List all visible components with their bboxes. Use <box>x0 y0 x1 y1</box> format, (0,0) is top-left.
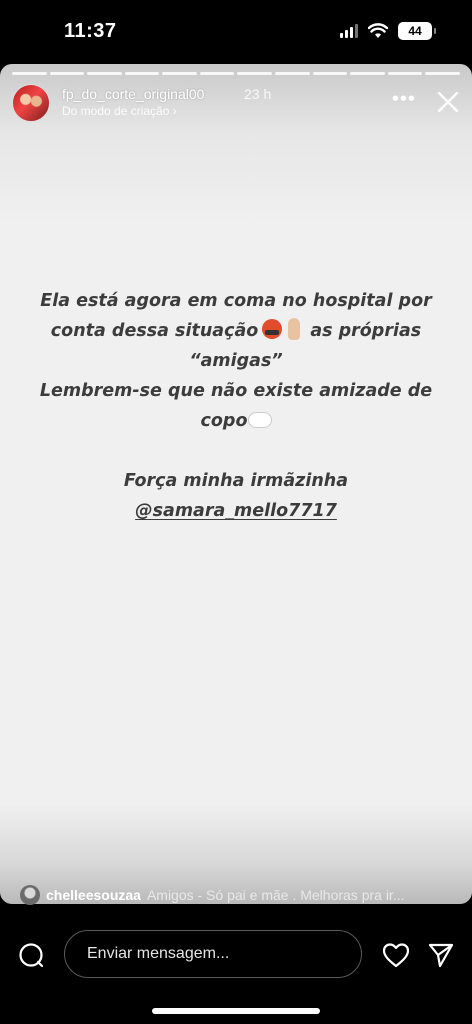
camera-icon[interactable] <box>18 942 44 968</box>
progress-segment <box>87 72 122 75</box>
status-time: 11:37 <box>64 20 117 42</box>
send-icon[interactable] <box>428 942 454 968</box>
progress-segment <box>162 72 197 75</box>
caption-line: “amigas” <box>189 351 283 371</box>
progress-segment <box>425 72 460 75</box>
story-time-ago: 23 h <box>244 86 272 102</box>
wifi-icon <box>368 23 388 38</box>
progress-segment <box>387 72 423 75</box>
caption-segment: conta dessa situação <box>50 321 259 341</box>
caption-line: copo <box>20 406 452 436</box>
thought-bubble-emoji-icon <box>249 413 272 427</box>
caption-segment: copo <box>200 411 248 431</box>
close-icon[interactable] <box>436 90 460 114</box>
progress-segment <box>275 72 310 75</box>
status-bar: 11:37 44 <box>0 0 472 62</box>
progress-segment <box>199 72 235 75</box>
story-caption: Ela está agora em coma no hospital por c… <box>20 286 452 526</box>
story-reply-preview[interactable]: chelleesouzaa Amigos - Só pai e mãe . Me… <box>20 884 456 906</box>
reply-avatar <box>20 885 40 905</box>
avatar[interactable] <box>12 84 50 122</box>
progress-segment <box>49 72 85 75</box>
story-progress <box>12 72 460 75</box>
angry-emoji-icon <box>262 319 283 339</box>
progress-segment <box>12 72 47 75</box>
story-subtitle-link[interactable]: Do modo de criação › <box>62 104 177 118</box>
progress-segment <box>312 72 348 75</box>
story-username[interactable]: fp_do_corte_original00 <box>62 86 204 102</box>
caption-line: Ela está agora em coma no hospital por <box>40 291 432 311</box>
heart-icon[interactable] <box>382 942 410 968</box>
home-indicator[interactable] <box>152 1008 320 1014</box>
progress-segment <box>350 72 385 75</box>
bottom-bar <box>0 920 472 1024</box>
story-viewer[interactable]: fp_do_corte_original00 23 h Do modo de c… <box>0 64 472 904</box>
reply-username: chelleesouzaa <box>46 887 141 903</box>
caption-segment: as próprias <box>310 321 422 341</box>
reply-text: Amigos - Só pai e mãe . Melhoras pra ir.… <box>146 887 405 903</box>
message-input[interactable] <box>64 930 362 978</box>
more-icon[interactable]: ••• <box>392 89 416 109</box>
progress-segment <box>124 72 160 75</box>
progress-segment <box>237 72 273 75</box>
battery-level: 44 <box>408 24 422 38</box>
story-header: fp_do_corte_original00 23 h Do modo de c… <box>12 84 460 124</box>
mention-link[interactable]: @samara_mello7717 <box>20 496 452 526</box>
finger-emoji-icon <box>288 318 301 340</box>
caption-line: Lembrem-se que não existe amizade de <box>39 381 433 401</box>
status-icons: 44 <box>340 22 436 40</box>
caption-line: conta dessa situação as próprias <box>20 316 452 346</box>
battery-icon: 44 <box>398 22 436 40</box>
signal-icon <box>340 24 358 38</box>
caption-line: Força minha irmãzinha <box>123 471 349 491</box>
